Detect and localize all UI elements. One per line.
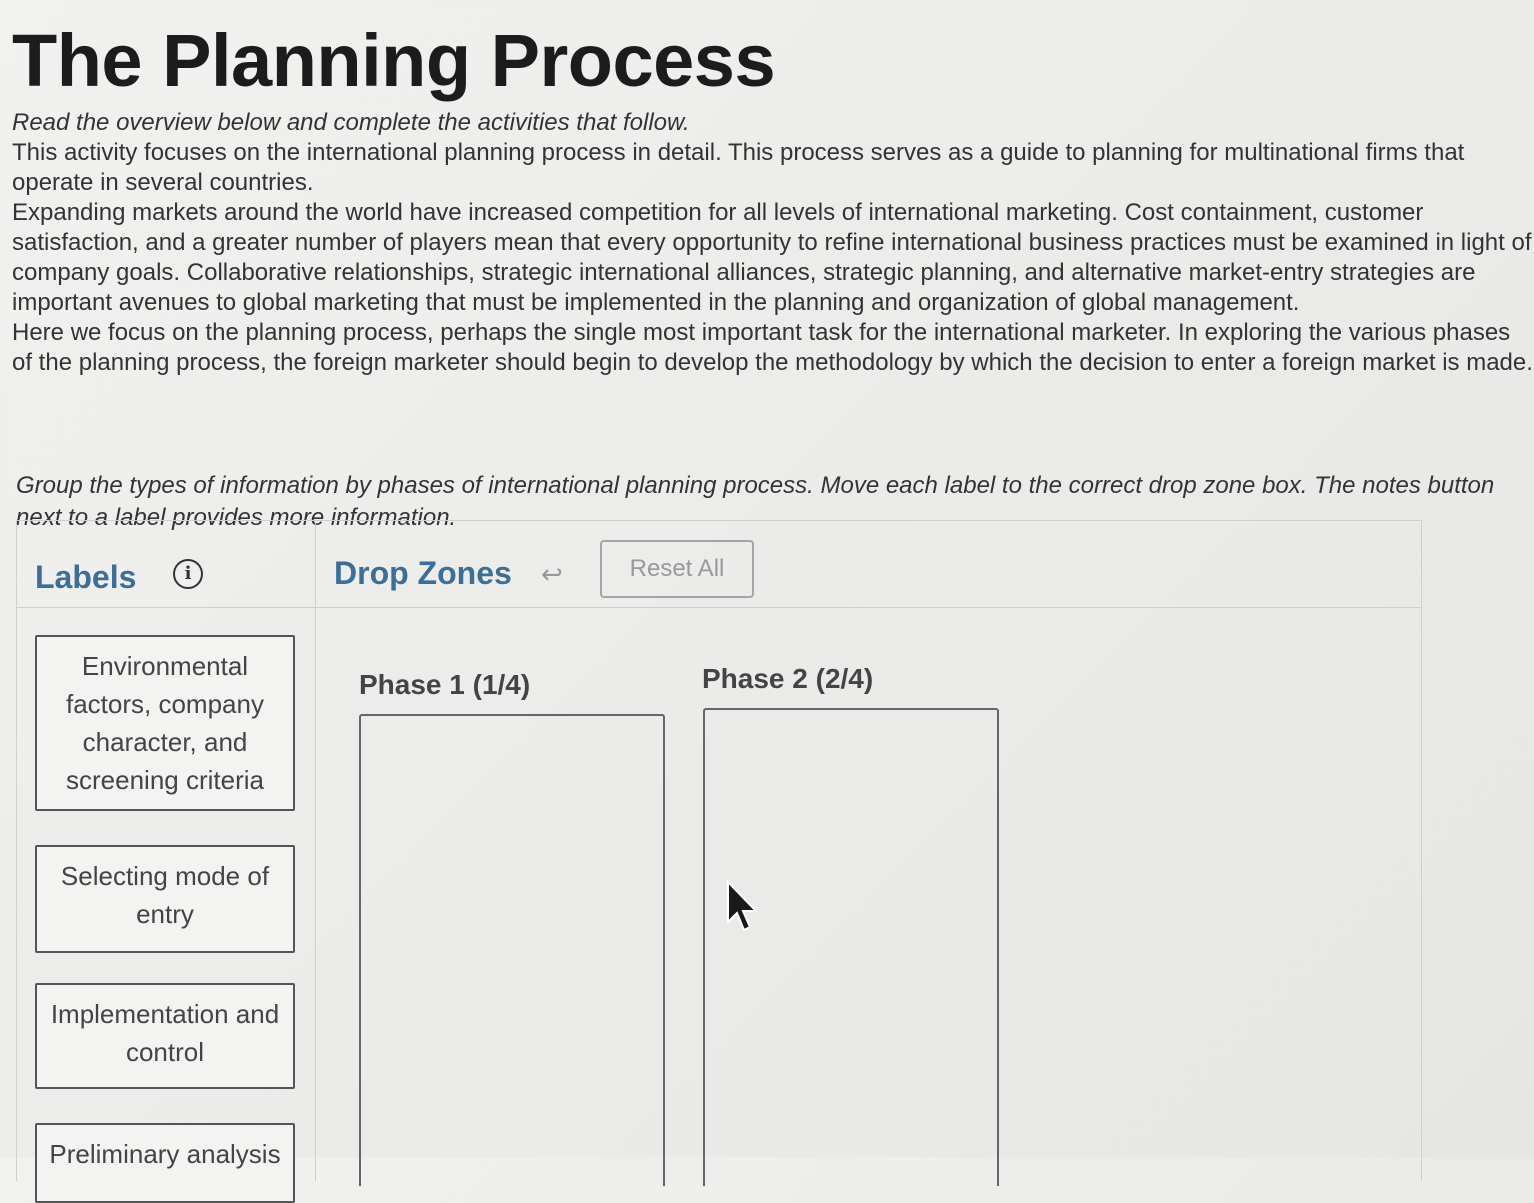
drop-zones-heading: Drop Zones bbox=[334, 555, 512, 591]
phase-2-drop-zone[interactable] bbox=[703, 708, 999, 1186]
labels-heading: Labels bbox=[35, 559, 137, 595]
label-card[interactable]: Preliminary analysis bbox=[35, 1123, 295, 1203]
column-divider bbox=[315, 521, 316, 1181]
paragraph-2: Expanding markets around the world have … bbox=[12, 199, 1532, 316]
label-card[interactable]: Implementation and control bbox=[35, 983, 295, 1089]
intro-italic: Read the overview below and complete the… bbox=[12, 109, 690, 136]
mouse-cursor-icon bbox=[727, 880, 759, 932]
label-card[interactable]: Environmental factors, company character… bbox=[35, 635, 295, 811]
activity-panel: Labels i Drop Zones ↩ Reset All Environm… bbox=[16, 520, 1422, 1203]
page-title: The Planning Process bbox=[12, 19, 776, 102]
paragraph-3: Here we focus on the planning process, p… bbox=[12, 319, 1533, 376]
reset-all-button[interactable]: Reset All bbox=[600, 540, 754, 598]
phase-1-title: Phase 1 (1/4) bbox=[359, 669, 531, 700]
info-icon[interactable]: i bbox=[173, 559, 203, 589]
intro-text: Read the overview below and complete the… bbox=[12, 108, 1534, 378]
label-card[interactable]: Selecting mode of entry bbox=[35, 845, 295, 953]
phase-1-drop-zone[interactable] bbox=[359, 714, 665, 1186]
paragraph-1: This activity focuses on the internation… bbox=[12, 139, 1465, 196]
phase-2-title: Phase 2 (2/4) bbox=[702, 663, 874, 694]
undo-arrow-icon[interactable]: ↩ bbox=[541, 559, 563, 590]
